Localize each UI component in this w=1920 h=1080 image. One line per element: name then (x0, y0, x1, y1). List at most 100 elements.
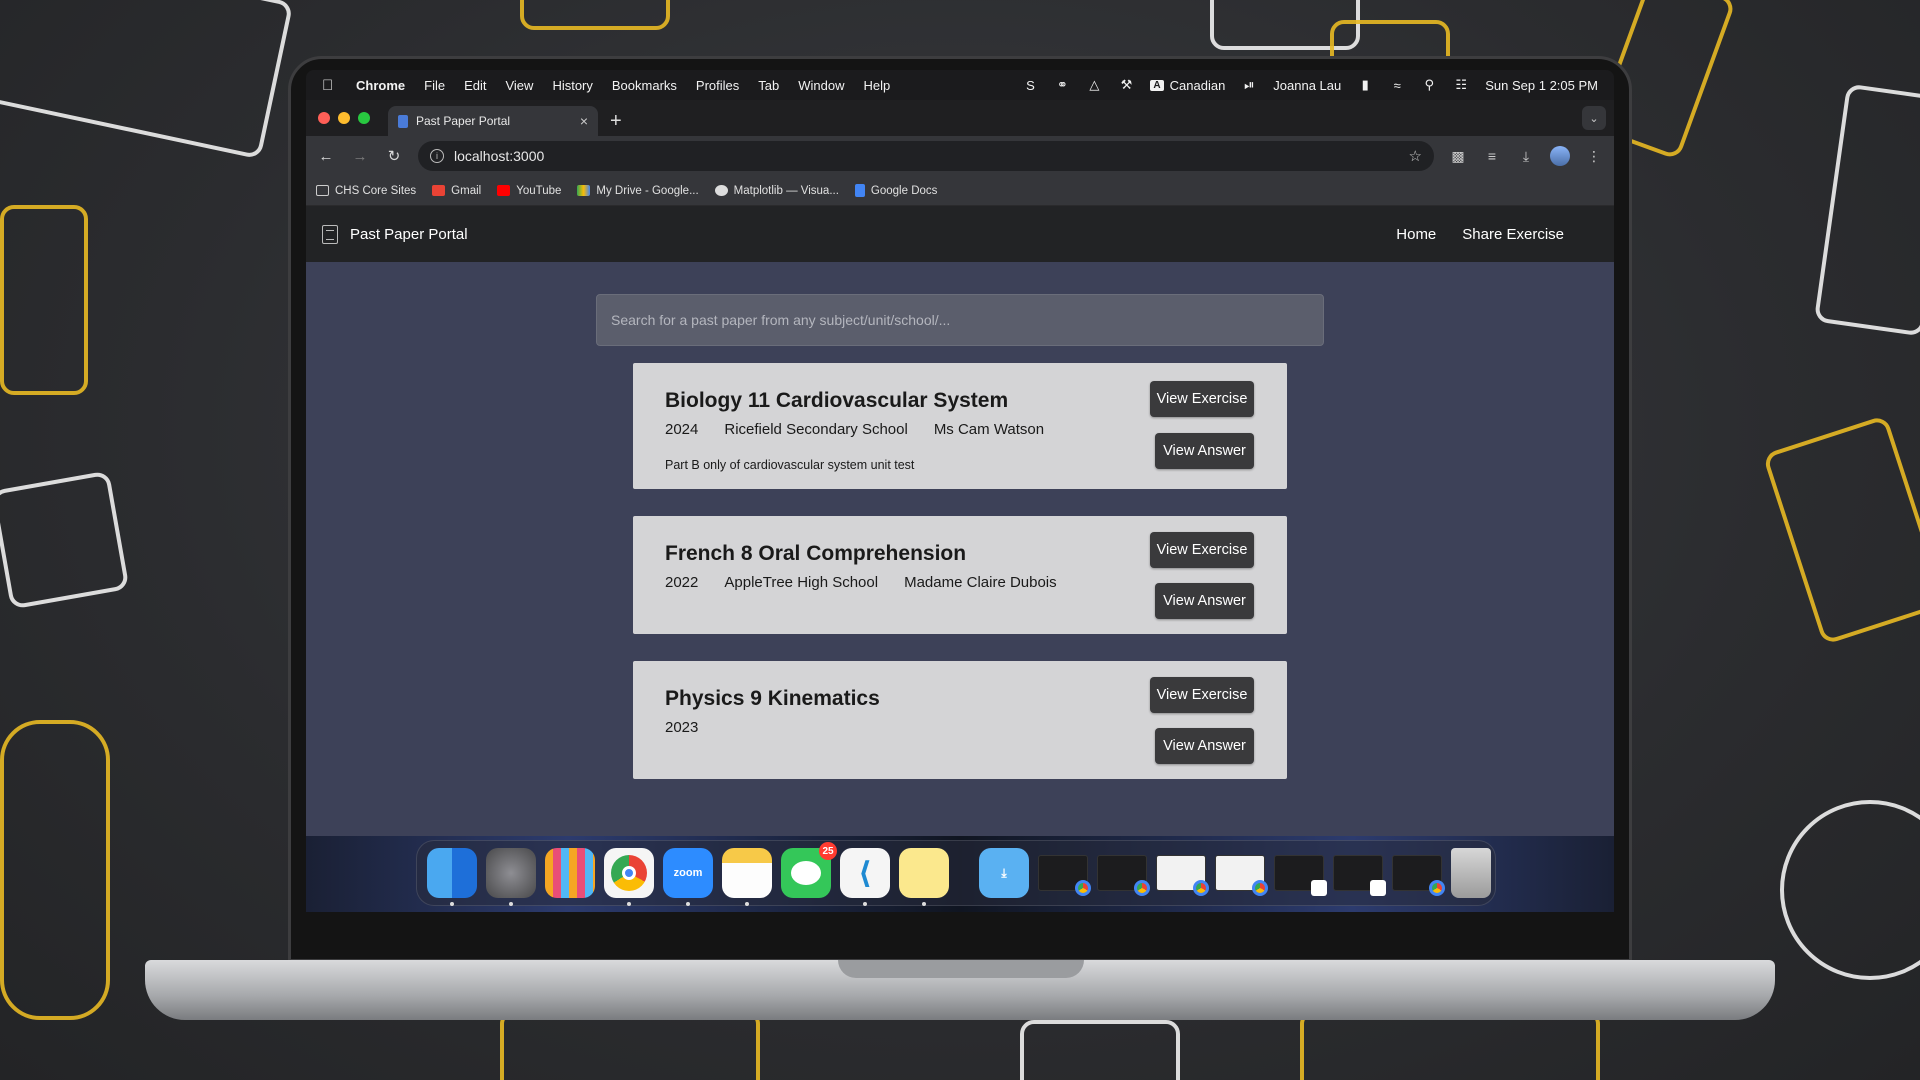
chrome-icon[interactable] (604, 848, 654, 906)
nav-share-exercise-link[interactable]: Share Exercise (1462, 226, 1564, 243)
bookmark-star-icon[interactable]: ☆ (1409, 147, 1422, 165)
close-window-button[interactable] (318, 112, 330, 124)
web-page: Past Paper Portal Home Share Exercise Bi… (306, 206, 1614, 836)
paper-teacher: Madame Claire Dubois (904, 574, 1057, 591)
menu-edit[interactable]: Edit (464, 78, 486, 93)
search-input[interactable] (611, 312, 1309, 328)
reload-icon[interactable]: ↻ (384, 147, 404, 165)
minimized-window-chrome[interactable] (1215, 855, 1268, 896)
menu-help[interactable]: Help (864, 78, 891, 93)
running-indicator (863, 902, 867, 906)
wifi-icon[interactable]: ≈ (1389, 78, 1405, 93)
stickies-icon[interactable] (899, 848, 949, 906)
active-tab[interactable]: Past Paper Portal × (388, 106, 598, 136)
spotlight-search-icon[interactable]: ⚲ (1421, 77, 1437, 92)
menu-window[interactable]: Window (798, 78, 844, 93)
menu-app-name[interactable]: Chrome (356, 78, 405, 93)
messages-icon[interactable]: 25 (781, 842, 837, 898)
zoom-label: zoom (673, 867, 703, 879)
dock: zoom 25 ⟨ ⤓ (416, 840, 1496, 906)
bus-doodle (1300, 1010, 1600, 1080)
vscode-badge-icon (1311, 880, 1327, 896)
system-settings-icon[interactable] (486, 848, 536, 906)
vscode-badge-icon (1370, 880, 1386, 896)
back-arrow-icon[interactable]: ← (316, 148, 336, 165)
macos-menubar:  Chrome File Edit View History Bookmark… (306, 70, 1614, 100)
site-brand[interactable]: Past Paper Portal (322, 224, 468, 244)
minimized-window-chrome[interactable] (1038, 855, 1091, 896)
paper-card: French 8 Oral Comprehension 2022 AppleTr… (633, 516, 1287, 634)
downloads-folder-icon[interactable]: ⤓ (979, 848, 1029, 898)
menu-tab[interactable]: Tab (758, 78, 779, 93)
bookmark-matplotlib[interactable]: Matplotlib — Visua... (714, 184, 839, 197)
reading-list-icon[interactable]: ≡ (1482, 148, 1502, 164)
profile-avatar[interactable] (1550, 146, 1570, 166)
bookmark-label: CHS Core Sites (335, 184, 417, 197)
battery-icon[interactable]: ▮ (1357, 77, 1373, 92)
minimize-window-button[interactable] (338, 112, 350, 124)
address-bar-url[interactable]: localhost:3000 (454, 148, 1399, 164)
bookmark-label: My Drive - Google... (596, 184, 699, 197)
vscode-icon[interactable]: ⟨ (840, 848, 890, 906)
minimized-window-chrome[interactable] (1097, 855, 1150, 896)
finder-icon[interactable] (427, 848, 477, 906)
running-indicator (627, 902, 631, 906)
bookmark-chs-core-sites[interactable]: CHS Core Sites (316, 185, 416, 197)
gmail-icon (432, 185, 446, 196)
close-tab-icon[interactable]: × (580, 113, 588, 129)
control-center-icon[interactable]: ☷ (1453, 77, 1469, 92)
minimized-window-vscode[interactable] (1274, 855, 1327, 896)
skype-icon[interactable]: S (1022, 78, 1038, 93)
menu-view[interactable]: View (505, 78, 533, 93)
bookmark-youtube[interactable]: YouTube (497, 185, 561, 197)
google-drive-icon[interactable]: △ (1086, 77, 1102, 92)
site-info-icon[interactable]: i (430, 149, 444, 163)
bookmark-google-docs[interactable]: Google Docs (854, 184, 937, 197)
nav-home-link[interactable]: Home (1396, 226, 1436, 243)
user-name[interactable]: Joanna Lau (1273, 78, 1341, 93)
menu-bookmarks[interactable]: Bookmarks (612, 78, 677, 93)
creative-cloud-icon[interactable]: ⚭ (1054, 77, 1070, 92)
minimized-window-chrome[interactable] (1392, 855, 1445, 896)
input-source[interactable]: A Canadian (1150, 78, 1225, 93)
macos-dock-area: zoom 25 ⟨ ⤓ (306, 836, 1614, 912)
extensions-icon[interactable]: ▩ (1448, 148, 1468, 165)
bookmark-my-drive[interactable]: My Drive - Google... (577, 184, 699, 197)
box-doodle (1020, 1020, 1180, 1080)
calculator-doodle (0, 205, 88, 395)
zoom-icon[interactable]: zoom (663, 848, 713, 906)
view-answer-button[interactable]: View Answer (1155, 433, 1254, 469)
view-exercise-button[interactable]: View Exercise (1150, 381, 1254, 417)
download-icon[interactable]: ⤓ (1516, 148, 1536, 165)
search-box (596, 294, 1324, 346)
view-exercise-button[interactable]: View Exercise (1150, 677, 1254, 713)
tools-icon[interactable]: ⚒ (1118, 77, 1134, 92)
minimized-window-vscode[interactable] (1333, 855, 1386, 896)
tab-search-chevron-icon[interactable]: ⌄ (1582, 106, 1606, 130)
chrome-badge-icon (1429, 880, 1445, 896)
new-tab-button[interactable]: + (610, 106, 622, 136)
address-bar[interactable]: i localhost:3000 ☆ (418, 141, 1434, 171)
fullscreen-window-button[interactable] (358, 112, 370, 124)
menubar-clock[interactable]: Sun Sep 1 2:05 PM (1485, 78, 1598, 93)
chrome-badge-icon (1193, 880, 1209, 896)
view-exercise-button[interactable]: View Exercise (1150, 532, 1254, 568)
bookmark-label: Matplotlib — Visua... (733, 184, 839, 197)
play-circle-icon[interactable]: ⏯ (1241, 77, 1257, 92)
view-answer-button[interactable]: View Answer (1155, 728, 1254, 764)
apple-icon[interactable]:  (322, 77, 336, 94)
trash-icon[interactable] (1451, 848, 1491, 898)
notes-icon[interactable] (722, 848, 772, 906)
view-answer-button[interactable]: View Answer (1155, 583, 1254, 619)
menu-file[interactable]: File (424, 78, 445, 93)
laptop-screen:  Chrome File Edit View History Bookmark… (306, 70, 1614, 912)
chrome-tab-strip: Past Paper Portal × + ⌄ (306, 100, 1614, 136)
bookmark-gmail[interactable]: Gmail (432, 185, 481, 197)
kebab-menu-icon[interactable]: ⋮ (1584, 148, 1604, 165)
forward-arrow-icon[interactable]: → (350, 148, 370, 165)
chrome-badge-icon (1252, 880, 1268, 896)
minimized-window-chrome[interactable] (1156, 855, 1209, 896)
menu-profiles[interactable]: Profiles (696, 78, 739, 93)
launchpad-icon[interactable] (545, 848, 595, 898)
menu-history[interactable]: History (552, 78, 592, 93)
